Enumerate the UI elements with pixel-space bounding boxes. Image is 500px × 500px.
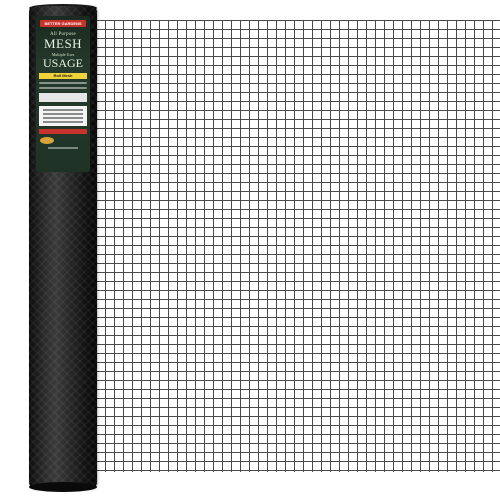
info-line (43, 109, 83, 111)
product-label: BETTER GARDENS All Purpose MESH Multiple… (36, 16, 90, 172)
wire-mesh-panel (96, 20, 500, 472)
label-title2: USAGE (42, 56, 83, 70)
info-line (43, 113, 83, 115)
spec-box (39, 93, 87, 102)
brand-bar: BETTER GARDENS (40, 20, 86, 27)
info-line (43, 117, 83, 119)
fine-print-line (39, 82, 87, 84)
label-title: MESH (43, 36, 83, 51)
red-tag (39, 129, 87, 134)
info-panel (39, 106, 87, 126)
bottom-fine-print (48, 147, 78, 149)
feature-bar: Roll Mesh (39, 73, 87, 79)
product-scene: BETTER GARDENS All Purpose MESH Multiple… (0, 0, 500, 500)
roll-bottom-cap (29, 482, 97, 492)
logo-badge-icon (40, 137, 54, 144)
fine-print-line (39, 87, 87, 89)
info-line (43, 121, 83, 123)
